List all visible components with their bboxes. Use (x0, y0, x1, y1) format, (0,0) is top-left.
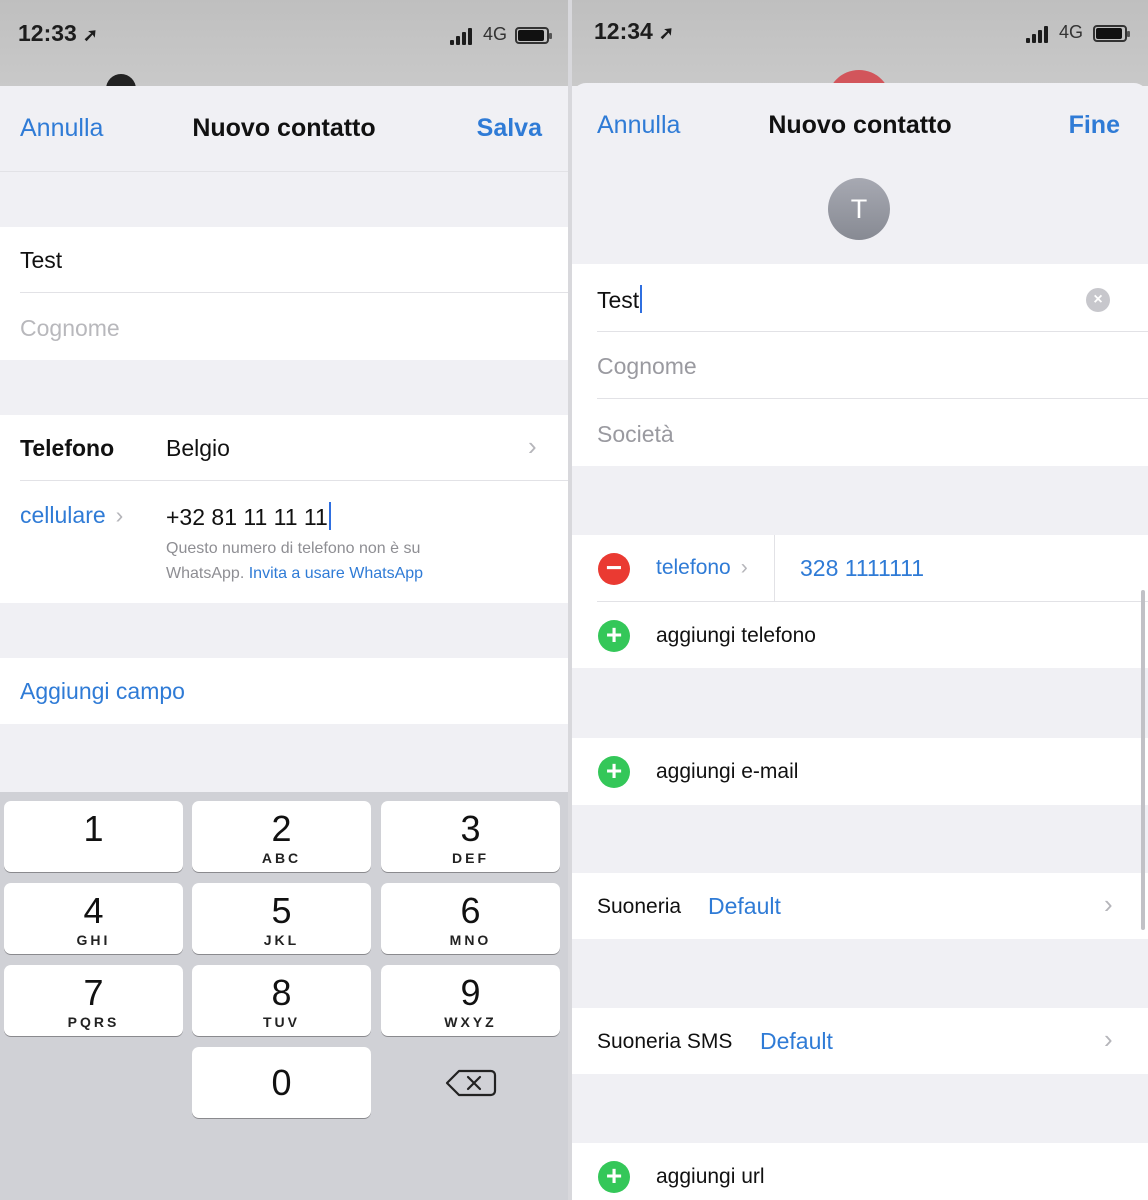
url-group: + aggiungi url (572, 1143, 1148, 1200)
new-contact-sheet: Annulla Nuovo contatto Fine T Test × Cog… (572, 83, 1148, 1200)
row-divider (597, 601, 1148, 602)
sms-tone-value: Default (760, 1028, 833, 1054)
right-screen: 12:34 ➚ 4G Annulla Nuovo contatto Fine T … (572, 0, 1148, 1200)
avatar[interactable]: T (828, 178, 890, 240)
delete-backspace-icon (445, 1069, 497, 1097)
signal-icon (450, 27, 476, 45)
chevron-right-icon[interactable]: › (528, 431, 537, 462)
status-time: 12:33 ➚ (18, 20, 98, 46)
whatsapp-note: Questo numero di telefono non è su (166, 540, 421, 557)
row-divider (597, 398, 1148, 399)
status-bar: 12:34 ➚ 4G (572, 0, 1148, 134)
left-screen: 12:33 ➚ 4G Annulla Nuovo contatto Salva T… (0, 0, 568, 1200)
first-name-field[interactable]: Test (20, 247, 62, 274)
add-email-icon[interactable]: + (598, 756, 630, 788)
navbar-divider (0, 171, 568, 172)
numeric-keypad: 1 2 ABC 3 DEF 4 GHI 5 JKL 6 MNO 7 PQRS 8 TUV 9W… (0, 792, 568, 1200)
key-3[interactable]: 3 DEF (381, 801, 560, 872)
chevron-right-icon: › (740, 556, 748, 579)
location-arrow-icon: ➚ (658, 23, 674, 43)
phone-type-selector[interactable]: telefono › (656, 556, 748, 580)
network-type: 4G (1059, 22, 1084, 42)
add-phone-icon[interactable]: + (598, 620, 630, 652)
clear-text-icon[interactable]: × (1086, 288, 1110, 312)
name-group: Test Cognome (0, 227, 568, 360)
status-bar: 12:33 ➚ 4G (0, 0, 568, 104)
name-group: Test × Cognome Società (572, 264, 1148, 466)
key-5[interactable]: 5 JKL (192, 883, 371, 954)
chevron-right-icon: › (1104, 889, 1113, 919)
sms-tone-row[interactable]: Suoneria SMS Default › (572, 1008, 1148, 1074)
phone-number-input[interactable]: +32 81 11 11 11 (166, 502, 331, 531)
done-button[interactable]: Fine (1069, 111, 1120, 140)
first-name-field[interactable]: Test (597, 285, 643, 314)
delete-key[interactable] (381, 1047, 560, 1118)
add-phone-button[interactable]: aggiungi telefono (656, 624, 816, 648)
add-url-icon[interactable]: + (598, 1161, 630, 1193)
chevron-right-icon: › (115, 502, 124, 528)
key-2[interactable]: 2 ABC (192, 801, 371, 872)
phone-section-label: Telefono (20, 435, 115, 461)
signal-icon (1026, 25, 1052, 43)
email-group: + aggiungi e-mail (572, 738, 1148, 805)
whatsapp-note-line2: WhatsApp. Invita a usare WhatsApp (166, 565, 424, 582)
phone-number-field[interactable]: 328 1111111 (800, 555, 924, 582)
row-divider (20, 480, 568, 481)
phone-group: − telefono › 328 1111111 + aggiungi telef… (572, 535, 1148, 668)
key-6[interactable]: 6 MNO (381, 883, 560, 954)
battery-icon (1093, 25, 1130, 42)
phone-group: Telefono Belgio › cellulare › +32 81 11 1… (0, 415, 568, 603)
add-field-button[interactable]: Aggiungi campo (20, 678, 185, 705)
location-arrow-icon: ➚ (82, 25, 98, 45)
save-button[interactable]: Salva (477, 114, 542, 143)
navbar: Annulla Nuovo contatto Fine (572, 83, 1148, 169)
text-cursor (640, 285, 643, 313)
invite-whatsapp-link[interactable]: Invita a usare WhatsApp (249, 565, 423, 582)
key-9[interactable]: 9 WXYZ (381, 965, 560, 1036)
ringtone-label: Suoneria (597, 895, 682, 918)
status-time: 12:34 ➚ (594, 18, 674, 44)
surname-field[interactable]: Cognome (20, 315, 120, 342)
phone-type-selector[interactable]: cellulare › (20, 502, 123, 529)
add-url-button[interactable]: aggiungi url (656, 1165, 765, 1189)
remove-phone-button[interactable]: − (598, 553, 630, 585)
country-selector[interactable]: Belgio (166, 435, 230, 462)
key-1[interactable]: 1 (4, 801, 183, 872)
row-divider (20, 292, 568, 293)
page-title: Nuovo contatto (768, 111, 952, 139)
scrollbar[interactable] (1141, 590, 1145, 930)
key-8[interactable]: 8 TUV (192, 965, 371, 1036)
key-7[interactable]: 7 PQRS (4, 965, 183, 1036)
field-divider (774, 535, 775, 601)
row-divider (597, 331, 1148, 332)
navbar: Annulla Nuovo contatto Salva (0, 86, 568, 172)
chevron-right-icon: › (1104, 1024, 1113, 1054)
network-type: 4G (483, 24, 508, 44)
ringtone-value: Default (708, 893, 781, 919)
surname-field[interactable]: Cognome (597, 353, 697, 380)
add-field-group: Aggiungi campo (0, 658, 568, 724)
text-cursor (328, 502, 331, 530)
sms-tone-label: Suoneria SMS (597, 1030, 733, 1053)
company-field[interactable]: Società (597, 421, 674, 448)
key-4[interactable]: 4 GHI (4, 883, 183, 954)
key-0[interactable]: 0 (192, 1047, 371, 1118)
ringtone-row[interactable]: Suoneria Default › (572, 873, 1148, 939)
add-email-button[interactable]: aggiungi e-mail (656, 760, 798, 784)
battery-icon (515, 27, 552, 44)
